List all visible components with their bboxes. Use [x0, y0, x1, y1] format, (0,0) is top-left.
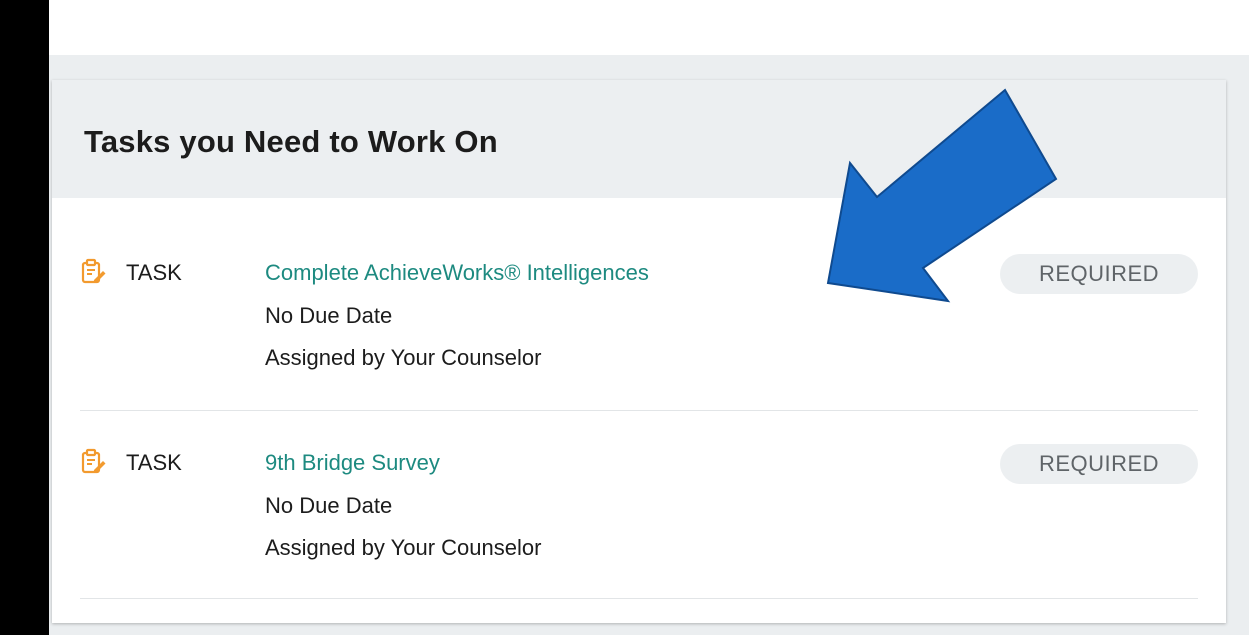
clipboard-edit-icon	[80, 448, 106, 474]
task-due-date: No Due Date	[265, 493, 393, 518]
task-row: TASK Complete AchieveWorks® Intelligence…	[80, 230, 1198, 411]
task-type-label: TASK	[126, 260, 182, 285]
required-badge: REQUIRED	[1000, 444, 1198, 484]
clipboard-edit-icon	[80, 258, 106, 284]
task-row: TASK 9th Bridge Survey No Due Date Assig…	[80, 420, 1198, 599]
task-type-label: TASK	[126, 450, 182, 475]
tasks-card-header: Tasks you Need to Work On	[52, 80, 1226, 198]
top-bar	[49, 0, 1249, 55]
task-assigned-by: Assigned by Your Counselor	[265, 535, 542, 560]
page-viewport: Tasks you Need to Work On TASK Complete …	[49, 0, 1249, 635]
task-due-date: No Due Date	[265, 303, 393, 328]
card-title: Tasks you Need to Work On	[84, 124, 498, 159]
task-title-link[interactable]: Complete AchieveWorks® Intelligences	[265, 260, 649, 286]
required-badge: REQUIRED	[1000, 254, 1198, 294]
task-assigned-by: Assigned by Your Counselor	[265, 345, 542, 370]
task-title-link[interactable]: 9th Bridge Survey	[265, 450, 440, 476]
tasks-card: Tasks you Need to Work On TASK Complete …	[52, 80, 1226, 623]
